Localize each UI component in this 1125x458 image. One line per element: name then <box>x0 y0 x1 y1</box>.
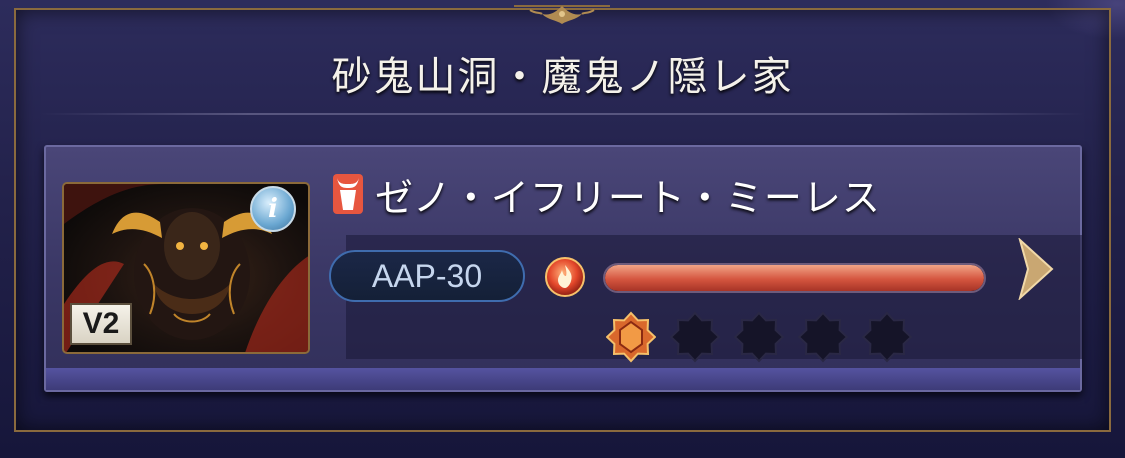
title-divider <box>40 113 1085 115</box>
version-badge: V2 <box>70 303 132 345</box>
dungeon-title: 砂鬼山洞・魔鬼ノ隠レ家 <box>331 54 794 100</box>
aap-badge: AAP-30 <box>329 250 525 302</box>
break-slot-empty-icon <box>798 311 848 363</box>
card-bottom-bar <box>46 368 1080 390</box>
break-slot-empty-icon <box>670 311 720 363</box>
demon-horn-icon <box>333 174 363 214</box>
break-gem-icon <box>606 311 656 363</box>
break-slot-empty-icon <box>734 311 784 363</box>
info-icon[interactable]: i <box>250 186 296 232</box>
ornament-icon <box>514 5 610 24</box>
hp-bar <box>603 263 986 293</box>
enemy-name: ゼノ・イフリート・ミーレス <box>375 176 881 220</box>
chevron-right-icon[interactable] <box>1016 238 1054 300</box>
fire-element-icon <box>545 257 585 297</box>
break-slot-empty-icon <box>862 311 912 363</box>
hp-bar-fill <box>605 265 984 291</box>
